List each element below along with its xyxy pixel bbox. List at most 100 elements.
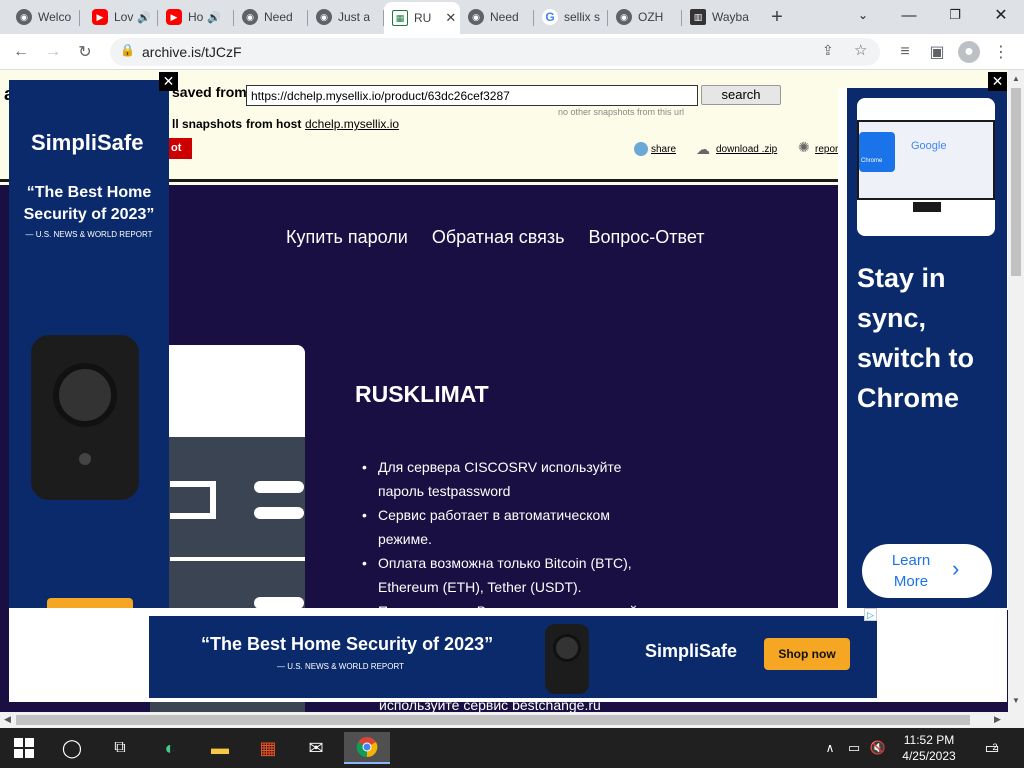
ad-left-simplisafe[interactable]: SimpliSafe “The Best Home Security of 20…: [9, 80, 169, 610]
learn-more-label: Learn More: [891, 552, 931, 590]
page-viewport: a saved from search no other snapshots f…: [0, 70, 1008, 712]
host-link[interactable]: dchelp.mysellix.io: [305, 117, 399, 131]
edge-icon[interactable]: ◐: [150, 732, 190, 764]
menu-kebab-icon[interactable]: ⋮: [990, 41, 1012, 63]
ad-right-chrome[interactable]: Google Chrome Stay in sync, switch to Ch…: [847, 88, 1007, 610]
ad-left-close-icon[interactable]: ✕: [159, 72, 178, 91]
windows-taskbar: ◯ ⧉ ◐ ▬ ▦ ✉ ∧ ▭ 🔇 11:52 PM 4/25/2023 ▭ 2: [0, 728, 1024, 768]
tab-youtube-2[interactable]: ▶ Ho 🔊: [158, 4, 234, 30]
lock-icon: 🔒: [120, 43, 135, 57]
network-icon[interactable]: ▭: [842, 732, 866, 764]
list-item: • Для сервера CISCOSRV используйте пароль…: [362, 455, 648, 503]
close-tab-icon[interactable]: ✕: [445, 10, 456, 26]
url-text[interactable]: archive.is/tJCzF: [142, 44, 242, 60]
reload-icon[interactable]: ↻: [74, 41, 96, 63]
camera-sensor: [79, 453, 91, 465]
ad-quote: “The Best Home Security of 2023”: [23, 184, 155, 223]
tab-wayback[interactable]: ▥ Wayba: [682, 4, 756, 30]
new-tab-button[interactable]: +: [766, 6, 788, 28]
ad-bottom-quote: “The Best Home Security of 2023”: [201, 634, 494, 654]
media-control-icon[interactable]: ≡: [894, 41, 916, 63]
tray-chevron-icon[interactable]: ∧: [818, 732, 842, 764]
youtube-icon: ▶: [166, 9, 182, 25]
scroll-up-icon[interactable]: ▲: [1012, 74, 1020, 83]
saved-from-label: saved from: [172, 84, 247, 100]
restore-button[interactable]: ❐: [932, 0, 978, 30]
bullet-text: Для сервера CISCOSRV используйте пароль …: [378, 459, 622, 499]
tab-label: Just a: [338, 10, 371, 24]
windows-start-icon[interactable]: [4, 732, 44, 764]
file-explorer-icon[interactable]: ▬: [200, 732, 240, 764]
tab-welcome[interactable]: ◉ Welco: [8, 4, 80, 30]
nav-buy-passwords[interactable]: Купить пароли: [286, 227, 408, 248]
clock-date: 4/25/2023: [902, 749, 956, 763]
ad-headline: Stay in sync, switch to Chrome: [857, 263, 975, 413]
globe-icon: ◉: [616, 9, 632, 25]
tab-need-2[interactable]: ◉ Need: [460, 4, 534, 30]
camera-image: [31, 335, 139, 500]
hscrollbar-thumb[interactable]: [16, 715, 970, 725]
mail-icon[interactable]: ✉: [296, 732, 336, 764]
download-zip-link[interactable]: download .zip: [716, 144, 777, 155]
chrome-badge: Chrome: [859, 132, 895, 172]
tab-label: Need: [264, 10, 293, 24]
close-window-button[interactable]: ✕: [978, 0, 1024, 30]
tab-youtube-1[interactable]: ▶ Lov 🔊: [84, 4, 158, 30]
speaker-icon[interactable]: 🔊: [137, 11, 151, 24]
scrollbar-thumb[interactable]: [1011, 88, 1021, 276]
profile-avatar-icon[interactable]: ●: [958, 41, 980, 63]
scroll-down-icon[interactable]: ▼: [1012, 696, 1020, 705]
task-view-icon[interactable]: ⧉: [100, 732, 140, 764]
store-icon[interactable]: ▦: [248, 732, 288, 764]
tab-just-a[interactable]: ◉ Just a: [308, 4, 384, 30]
ad-bottom-simplisafe[interactable]: “The Best Home Security of 2023” — U.S. …: [149, 616, 877, 698]
learn-more-button[interactable]: Learn More ›: [862, 544, 992, 598]
tab-ozh[interactable]: ◉ OZH: [608, 4, 682, 30]
tab-need-1[interactable]: ◉ Need: [234, 4, 308, 30]
forward-icon[interactable]: →: [42, 41, 64, 63]
chrome-taskbar-icon[interactable]: [344, 732, 390, 764]
address-bar[interactable]: 🔒 archive.is/tJCzF ⇪ ☆: [110, 38, 880, 66]
share-icon[interactable]: ⇪: [822, 42, 834, 59]
clock[interactable]: 11:52 PM 4/25/2023: [898, 732, 960, 764]
google-word: Google: [911, 140, 947, 152]
ad-right-close-icon[interactable]: ✕: [988, 72, 1007, 91]
horizontal-scrollbar[interactable]: ◀ ▶: [0, 712, 1024, 728]
scroll-left-icon[interactable]: ◀: [4, 714, 11, 725]
volume-muted-icon[interactable]: 🔇: [866, 732, 890, 764]
google-icon: G: [542, 9, 558, 25]
from-host-label: from host: [246, 117, 302, 131]
all-snapshots-label[interactable]: ll snapshots: [172, 117, 242, 131]
scroll-right-icon[interactable]: ▶: [994, 714, 1001, 725]
webpage-capture-button[interactable]: ot: [169, 138, 192, 159]
tab-label: RU: [414, 11, 432, 25]
side-panel-icon[interactable]: ▣: [926, 41, 948, 63]
back-icon[interactable]: ←: [10, 41, 32, 63]
ad-bottom-brand: SimpliSafe: [645, 641, 738, 661]
bookmark-star-icon[interactable]: ☆: [854, 41, 867, 59]
ad-bottom-source: — U.S. NEWS & WORLD REPORT: [277, 662, 404, 671]
globe-icon: ◉: [242, 9, 258, 25]
shop-now-button[interactable]: Shop now: [764, 638, 850, 670]
search-button[interactable]: search: [701, 85, 781, 105]
vertical-scrollbar[interactable]: ▲ ▼: [1008, 70, 1024, 712]
search-icon[interactable]: ◯: [52, 732, 92, 764]
share-link[interactable]: share: [651, 144, 676, 155]
adchoices-icon[interactable]: ▷: [864, 608, 877, 621]
nav-feedback[interactable]: Обратная связь: [432, 227, 565, 248]
report-link[interactable]: repor: [815, 144, 838, 155]
tab-label: Need: [490, 10, 519, 24]
minimize-button[interactable]: —: [886, 0, 932, 30]
tab-label: OZH: [638, 10, 664, 24]
tab-search-icon[interactable]: ⌄: [840, 0, 886, 30]
bullet-icon: •: [362, 507, 367, 523]
speaker-icon[interactable]: 🔊: [207, 11, 221, 24]
chrome-badge-label: Chrome: [861, 158, 883, 164]
tab-google[interactable]: Gsellix s: [534, 4, 608, 30]
archive-icon: ▦: [392, 10, 408, 26]
archive-url-input[interactable]: [246, 85, 698, 106]
notifications-icon[interactable]: ▭ 2: [972, 732, 1012, 764]
tab-active-ru[interactable]: ▦ RU ✕: [384, 2, 460, 34]
simplisafe-logo: SimpliSafe: [31, 130, 144, 155]
nav-faq[interactable]: Вопрос-Ответ: [588, 227, 704, 248]
